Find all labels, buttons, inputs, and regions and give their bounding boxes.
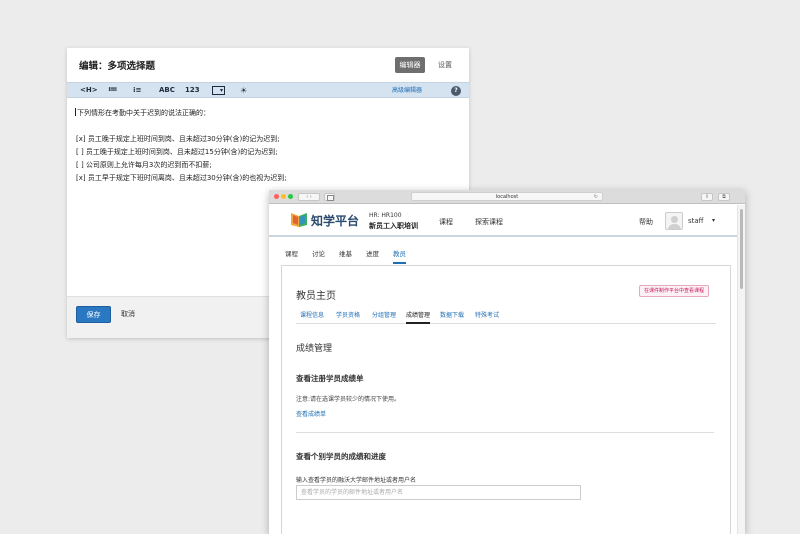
course-tabs: 课程 讨论 维基 进度 教员 [269,242,737,264]
reload-icon[interactable]: ↻ [594,193,598,201]
dashboard-tabs: 课程信息 学员资格 分组管理 成绩管理 数据下载 特殊考试 [296,310,716,324]
username[interactable]: staff [688,217,704,225]
section-title: 成绩管理 [296,344,333,354]
settings-tab-button[interactable]: 设置 [433,57,457,73]
help-link[interactable]: 帮助 [639,217,653,227]
cancel-button[interactable]: 取消 [121,306,135,323]
option-line: [ ] 员工晚于规定上班时间到岗、且未超过15分钟(含)的记为迟到; [76,148,278,156]
number-input-button[interactable]: 123 [185,83,200,98]
editor-toolbar: <H> ≔ ⁝≡ ABC 123 ▾ ☀ 高级编辑器 ? [67,82,469,98]
address-bar[interactable]: localhost ↻ [411,192,603,201]
editor-tab-button[interactable]: 编辑器 [395,57,425,73]
bullet-list-icon[interactable]: ≔ [108,83,118,98]
tab-wiki[interactable]: 维基 [339,248,352,264]
sidebar-toggle-icon[interactable] [324,193,335,201]
share-icon[interactable]: ⇪ [701,193,713,201]
page-scrollbar[interactable] [737,205,745,534]
avatar[interactable] [665,212,683,230]
tab-special-exams[interactable]: 特殊考试 [475,310,499,324]
text-input-button[interactable]: ABC [159,83,175,98]
url-text: localhost [495,194,519,200]
nav-explore-link[interactable]: 探索课程 [475,217,503,227]
view-gradebook-link[interactable]: 查看成绩单 [296,409,326,418]
tab-cohorts[interactable]: 分组管理 [372,310,396,324]
option-line: [ ] 公司原则上允许每月3次的迟到而不扣薪; [76,161,212,169]
editor-header: 编辑：多项选择题 编辑器 设置 [67,48,469,82]
view-in-studio-button[interactable]: 在课件制作平台中查看课程 [639,285,710,297]
help-icon[interactable]: ? [451,86,461,96]
text-cursor [75,108,76,116]
tab-course[interactable]: 课程 [285,248,298,264]
maximize-window-icon[interactable] [288,194,293,199]
tabs-overview-icon[interactable]: ⧉ [718,193,730,201]
student-search-input[interactable] [296,485,581,500]
nav-course-link[interactable]: 课程 [439,217,453,227]
page-title: 教员主页 [296,291,336,302]
save-button[interactable]: 保存 [76,306,111,323]
advanced-editor-link[interactable]: 高级编辑器 [392,83,422,98]
site-logo-text[interactable]: 知学平台 [311,212,359,229]
tab-data-download[interactable]: 数据下载 [440,310,464,324]
tab-grade-management[interactable]: 成绩管理 [406,310,431,324]
tab-progress[interactable]: 进度 [366,248,379,264]
site-header: 知学平台 HR: HR100 新员工入职培训 课程 探索课程 帮助 staff … [269,205,737,237]
instructor-dashboard: 教员主页 在课件制作平台中查看课程 课程信息 学员资格 分组管理 成绩管理 数据… [281,265,731,534]
question-text: 下列情形在考勤中关于迟到的说法正确的： [77,109,210,117]
tab-discussion[interactable]: 讨论 [312,248,325,264]
chevron-down-icon[interactable]: ▾ [712,217,715,224]
tab-course-info[interactable]: 课程信息 [300,310,324,324]
option-line: [x] 员工早于规定下班时间离岗、且未超过30分钟(含)的也视为迟到; [76,174,287,182]
heading-button[interactable]: <H> [80,83,98,98]
dropdown-icon[interactable]: ▾ [212,86,225,95]
numbered-list-icon[interactable]: ⁝≡ [133,83,142,98]
editor-title: 编辑：多项选择题 [79,61,156,72]
gradebook-heading: 查看注册学员成绩单 [296,374,364,383]
hint-icon[interactable]: ☀ [240,83,247,98]
book-logo-icon [291,213,307,227]
option-line: [x] 员工晚于规定上班时间到岗、且未超过30分钟(含)的记为迟到; [76,135,280,143]
minimize-window-icon[interactable] [281,194,286,199]
tab-membership[interactable]: 学员资格 [336,310,360,324]
browser-chrome: ‹ › localhost ↻ ⇪ ⧉ [269,190,745,204]
tab-instructor[interactable]: 教员 [393,248,406,264]
back-forward-icon[interactable]: ‹ › [298,193,320,201]
course-org: HR: HR100 [369,212,402,219]
close-window-icon[interactable] [274,194,279,199]
scroll-thumb[interactable] [740,209,743,289]
divider [296,432,714,433]
course-name: 新员工入职培训 [369,222,418,230]
individual-progress-heading: 查看个别学员的成绩和进度 [296,452,386,461]
browser-window: ‹ › localhost ↻ ⇪ ⧉ 知学平台 HR: HR100 新员工入职… [269,190,745,534]
gradebook-note: 注意:请在选课学员较少的情况下使用。 [296,396,401,403]
question-line: 下列情形在考勤中关于迟到的说法正确的： [75,108,210,118]
student-input-label: 输入查看学员的融沃大学邮件地址或者用户名 [296,477,417,484]
